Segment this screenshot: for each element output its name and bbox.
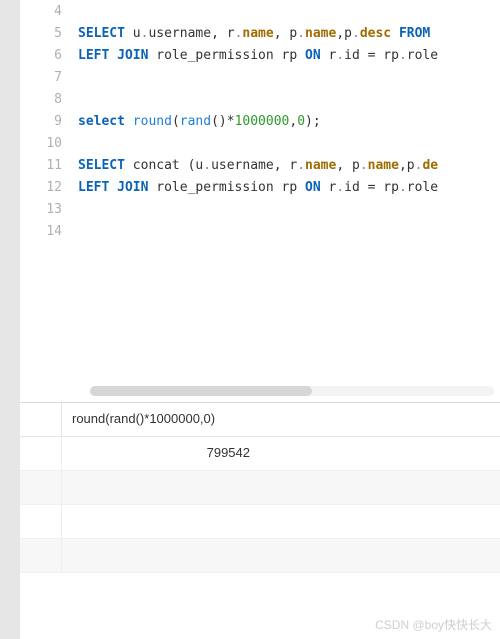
- result-value-cell[interactable]: 799542: [62, 437, 500, 470]
- line-number: 6: [20, 48, 78, 63]
- line-number: 4: [20, 4, 78, 19]
- code-content[interactable]: select round(rand()*1000000,0);: [78, 114, 500, 129]
- code-line[interactable]: 4: [20, 0, 500, 22]
- line-number: 7: [20, 70, 78, 85]
- code-editor[interactable]: 4 5SELECT u.username, r.name, p.name,p.de…: [20, 0, 500, 242]
- code-line[interactable]: 8: [20, 88, 500, 110]
- result-empty-row: [20, 471, 500, 505]
- result-rownum-cell: [20, 437, 62, 470]
- results-corner-cell: [20, 403, 62, 436]
- line-number: 10: [20, 136, 78, 151]
- horizontal-scrollbar[interactable]: [90, 386, 494, 396]
- results-header-row: round(rand()*1000000,0): [20, 403, 500, 437]
- code-line[interactable]: 7: [20, 66, 500, 88]
- main-pane: 4 5SELECT u.username, r.name, p.name,p.de…: [20, 0, 500, 639]
- horizontal-scrollbar-thumb[interactable]: [90, 386, 312, 396]
- line-number: 8: [20, 92, 78, 107]
- line-number: 12: [20, 180, 78, 195]
- code-content[interactable]: LEFT JOIN role_permission rp ON r.id = r…: [78, 180, 500, 195]
- line-number: 11: [20, 158, 78, 173]
- code-content[interactable]: SELECT u.username, r.name, p.name,p.desc…: [78, 26, 500, 41]
- code-line[interactable]: 14: [20, 220, 500, 242]
- result-row[interactable]: 799542: [20, 437, 500, 471]
- code-line[interactable]: 10: [20, 132, 500, 154]
- code-content[interactable]: SELECT concat (u.username, r.name, p.nam…: [78, 158, 500, 173]
- result-empty-row: [20, 505, 500, 539]
- results-column-header[interactable]: round(rand()*1000000,0): [62, 403, 500, 436]
- code-line[interactable]: 11SELECT concat (u.username, r.name, p.n…: [20, 154, 500, 176]
- result-empty-row: [20, 539, 500, 573]
- code-line[interactable]: 5SELECT u.username, r.name, p.name,p.des…: [20, 22, 500, 44]
- line-number: 14: [20, 224, 78, 239]
- line-number: 5: [20, 26, 78, 41]
- code-line[interactable]: 6LEFT JOIN role_permission rp ON r.id = …: [20, 44, 500, 66]
- line-number: 13: [20, 202, 78, 217]
- code-line[interactable]: 9select round(rand()*1000000,0);: [20, 110, 500, 132]
- line-number: 9: [20, 114, 78, 129]
- code-line[interactable]: 12LEFT JOIN role_permission rp ON r.id =…: [20, 176, 500, 198]
- editor-blank-area: [20, 242, 500, 402]
- code-content[interactable]: LEFT JOIN role_permission rp ON r.id = r…: [78, 48, 500, 63]
- results-grid: round(rand()*1000000,0) 799542: [20, 402, 500, 639]
- left-gutter-strip: [0, 0, 20, 639]
- code-line[interactable]: 13: [20, 198, 500, 220]
